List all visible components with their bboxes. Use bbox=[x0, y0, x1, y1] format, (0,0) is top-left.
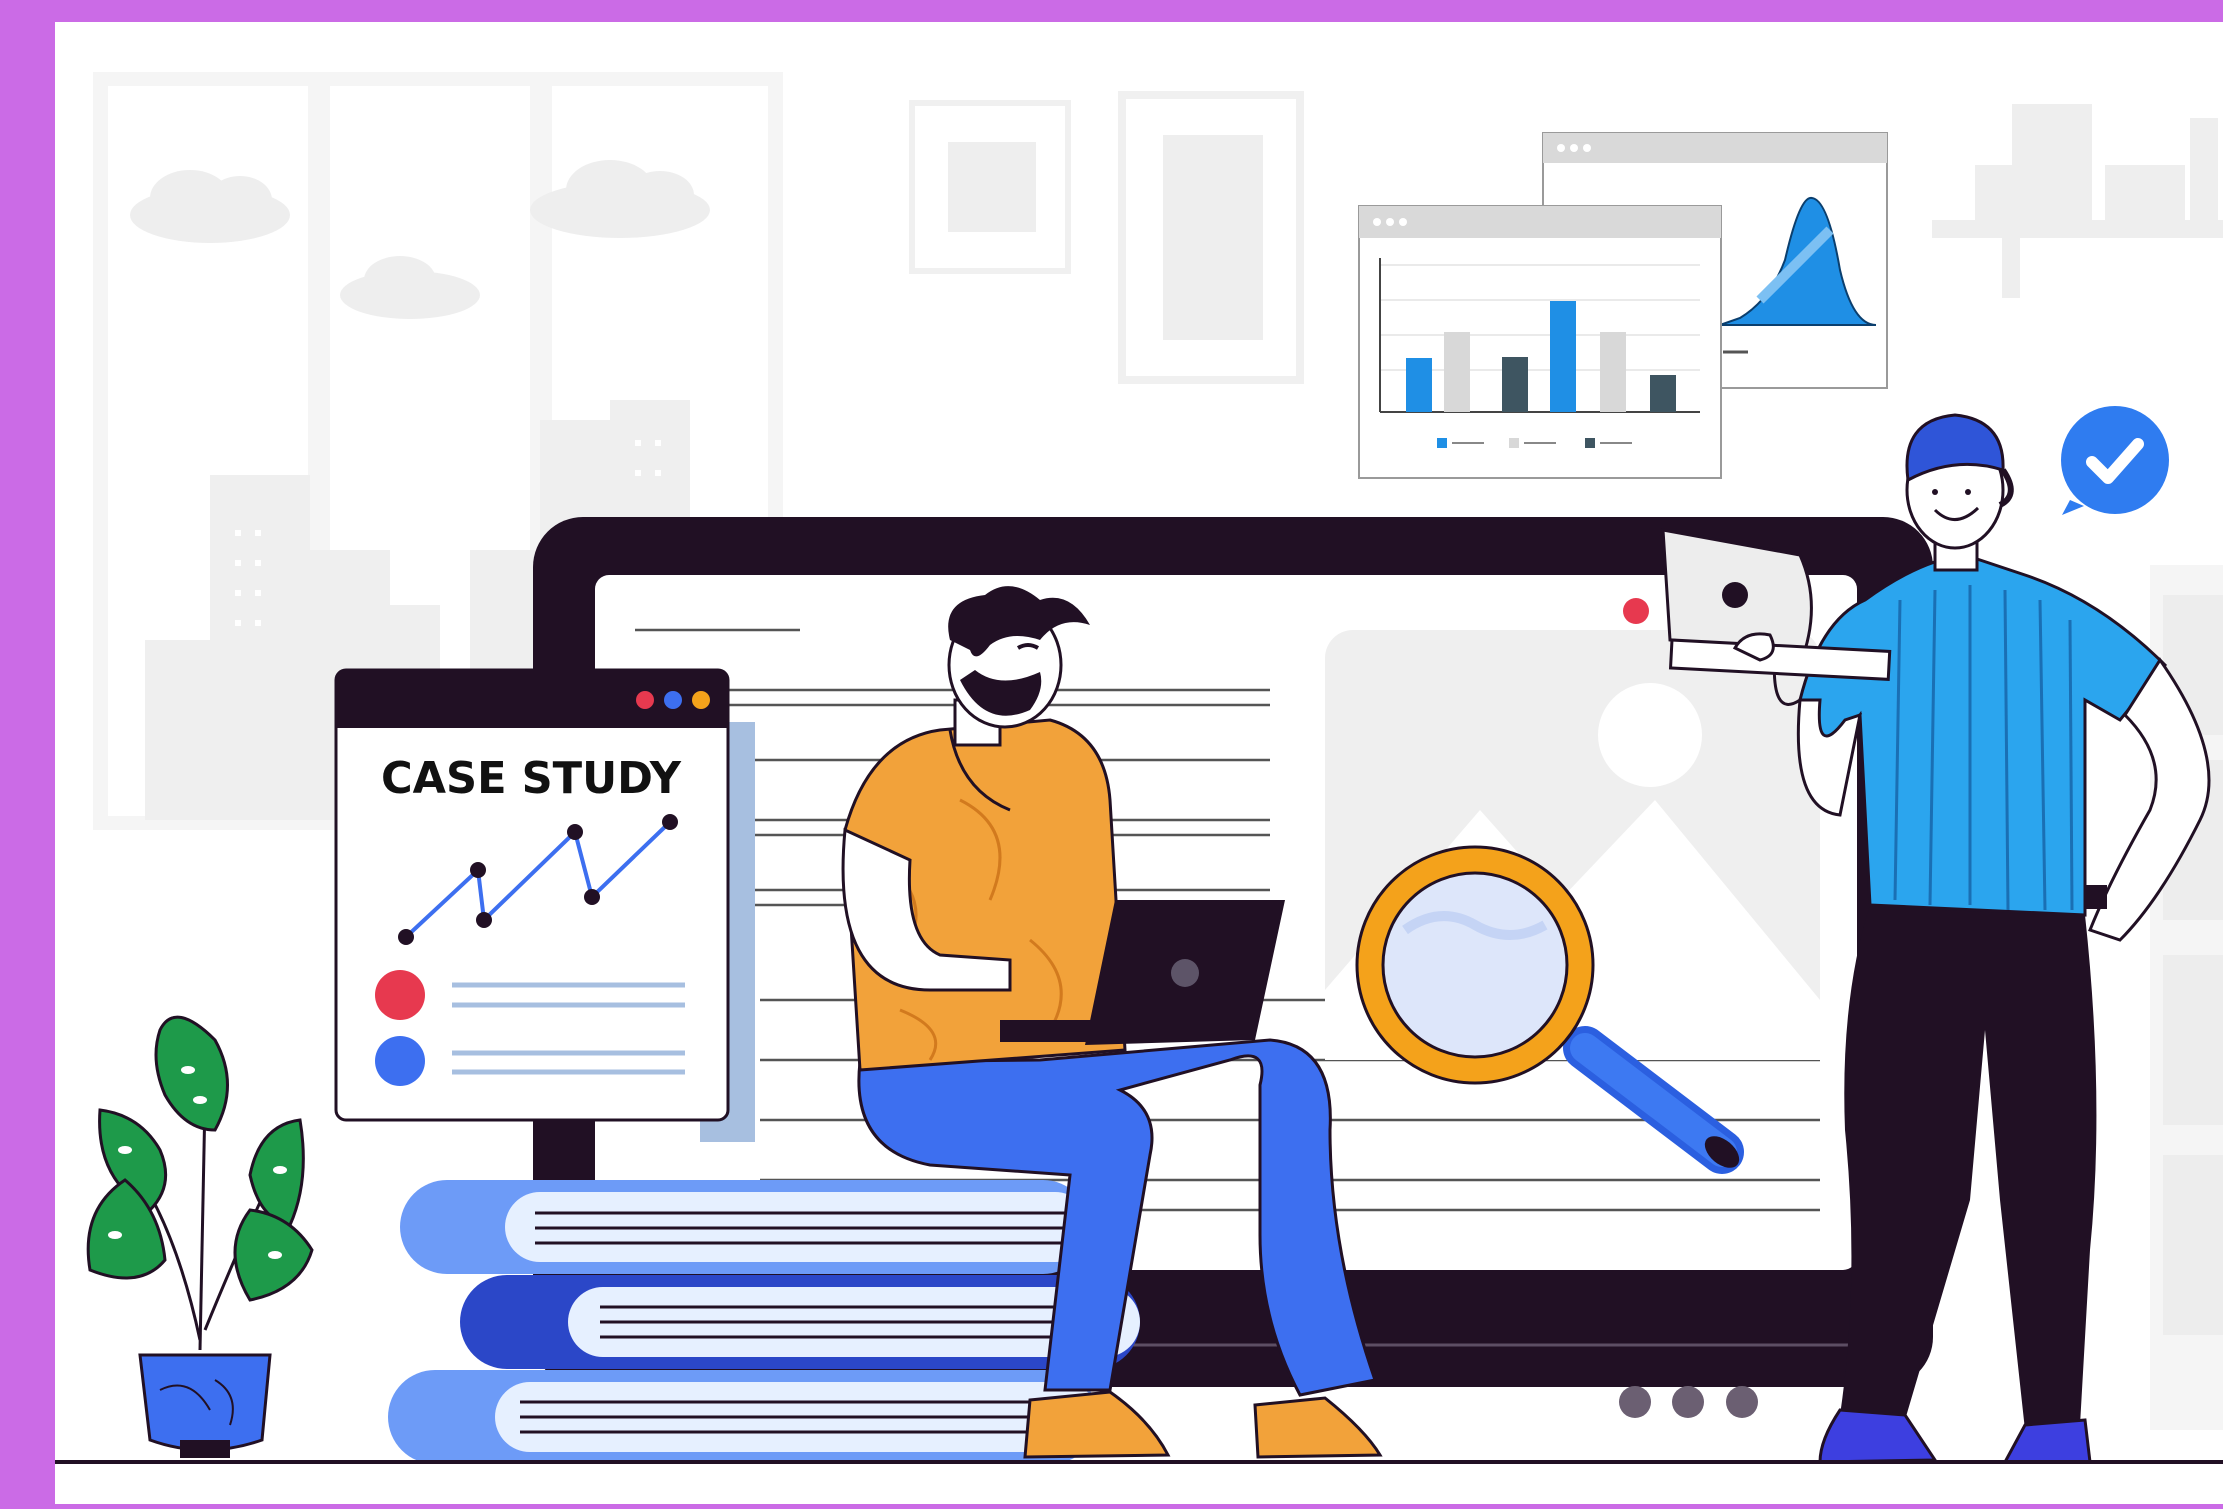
card-title: CASE STUDY bbox=[381, 753, 682, 804]
chart-bar bbox=[1650, 375, 1676, 412]
chart-bar bbox=[1600, 332, 1626, 412]
card-bullet-red bbox=[375, 970, 425, 1020]
chart-bar bbox=[1406, 358, 1432, 412]
illustration: CASE STUDY bbox=[55, 22, 2223, 1504]
case-study-card: CASE STUDY bbox=[334, 668, 755, 1142]
window-dot-amber bbox=[692, 691, 710, 709]
chart-bar bbox=[1502, 357, 1528, 412]
illustration-stage: CASE STUDY bbox=[0, 0, 2223, 1504]
window-dot-red bbox=[636, 691, 654, 709]
bar-chart-window bbox=[1358, 205, 1722, 479]
card-bullet-blue bbox=[375, 1036, 425, 1086]
window-dot-blue bbox=[664, 691, 682, 709]
screen-record-dot bbox=[1623, 598, 1649, 624]
chart-bar bbox=[1444, 332, 1470, 412]
chart-bar bbox=[1550, 301, 1576, 412]
